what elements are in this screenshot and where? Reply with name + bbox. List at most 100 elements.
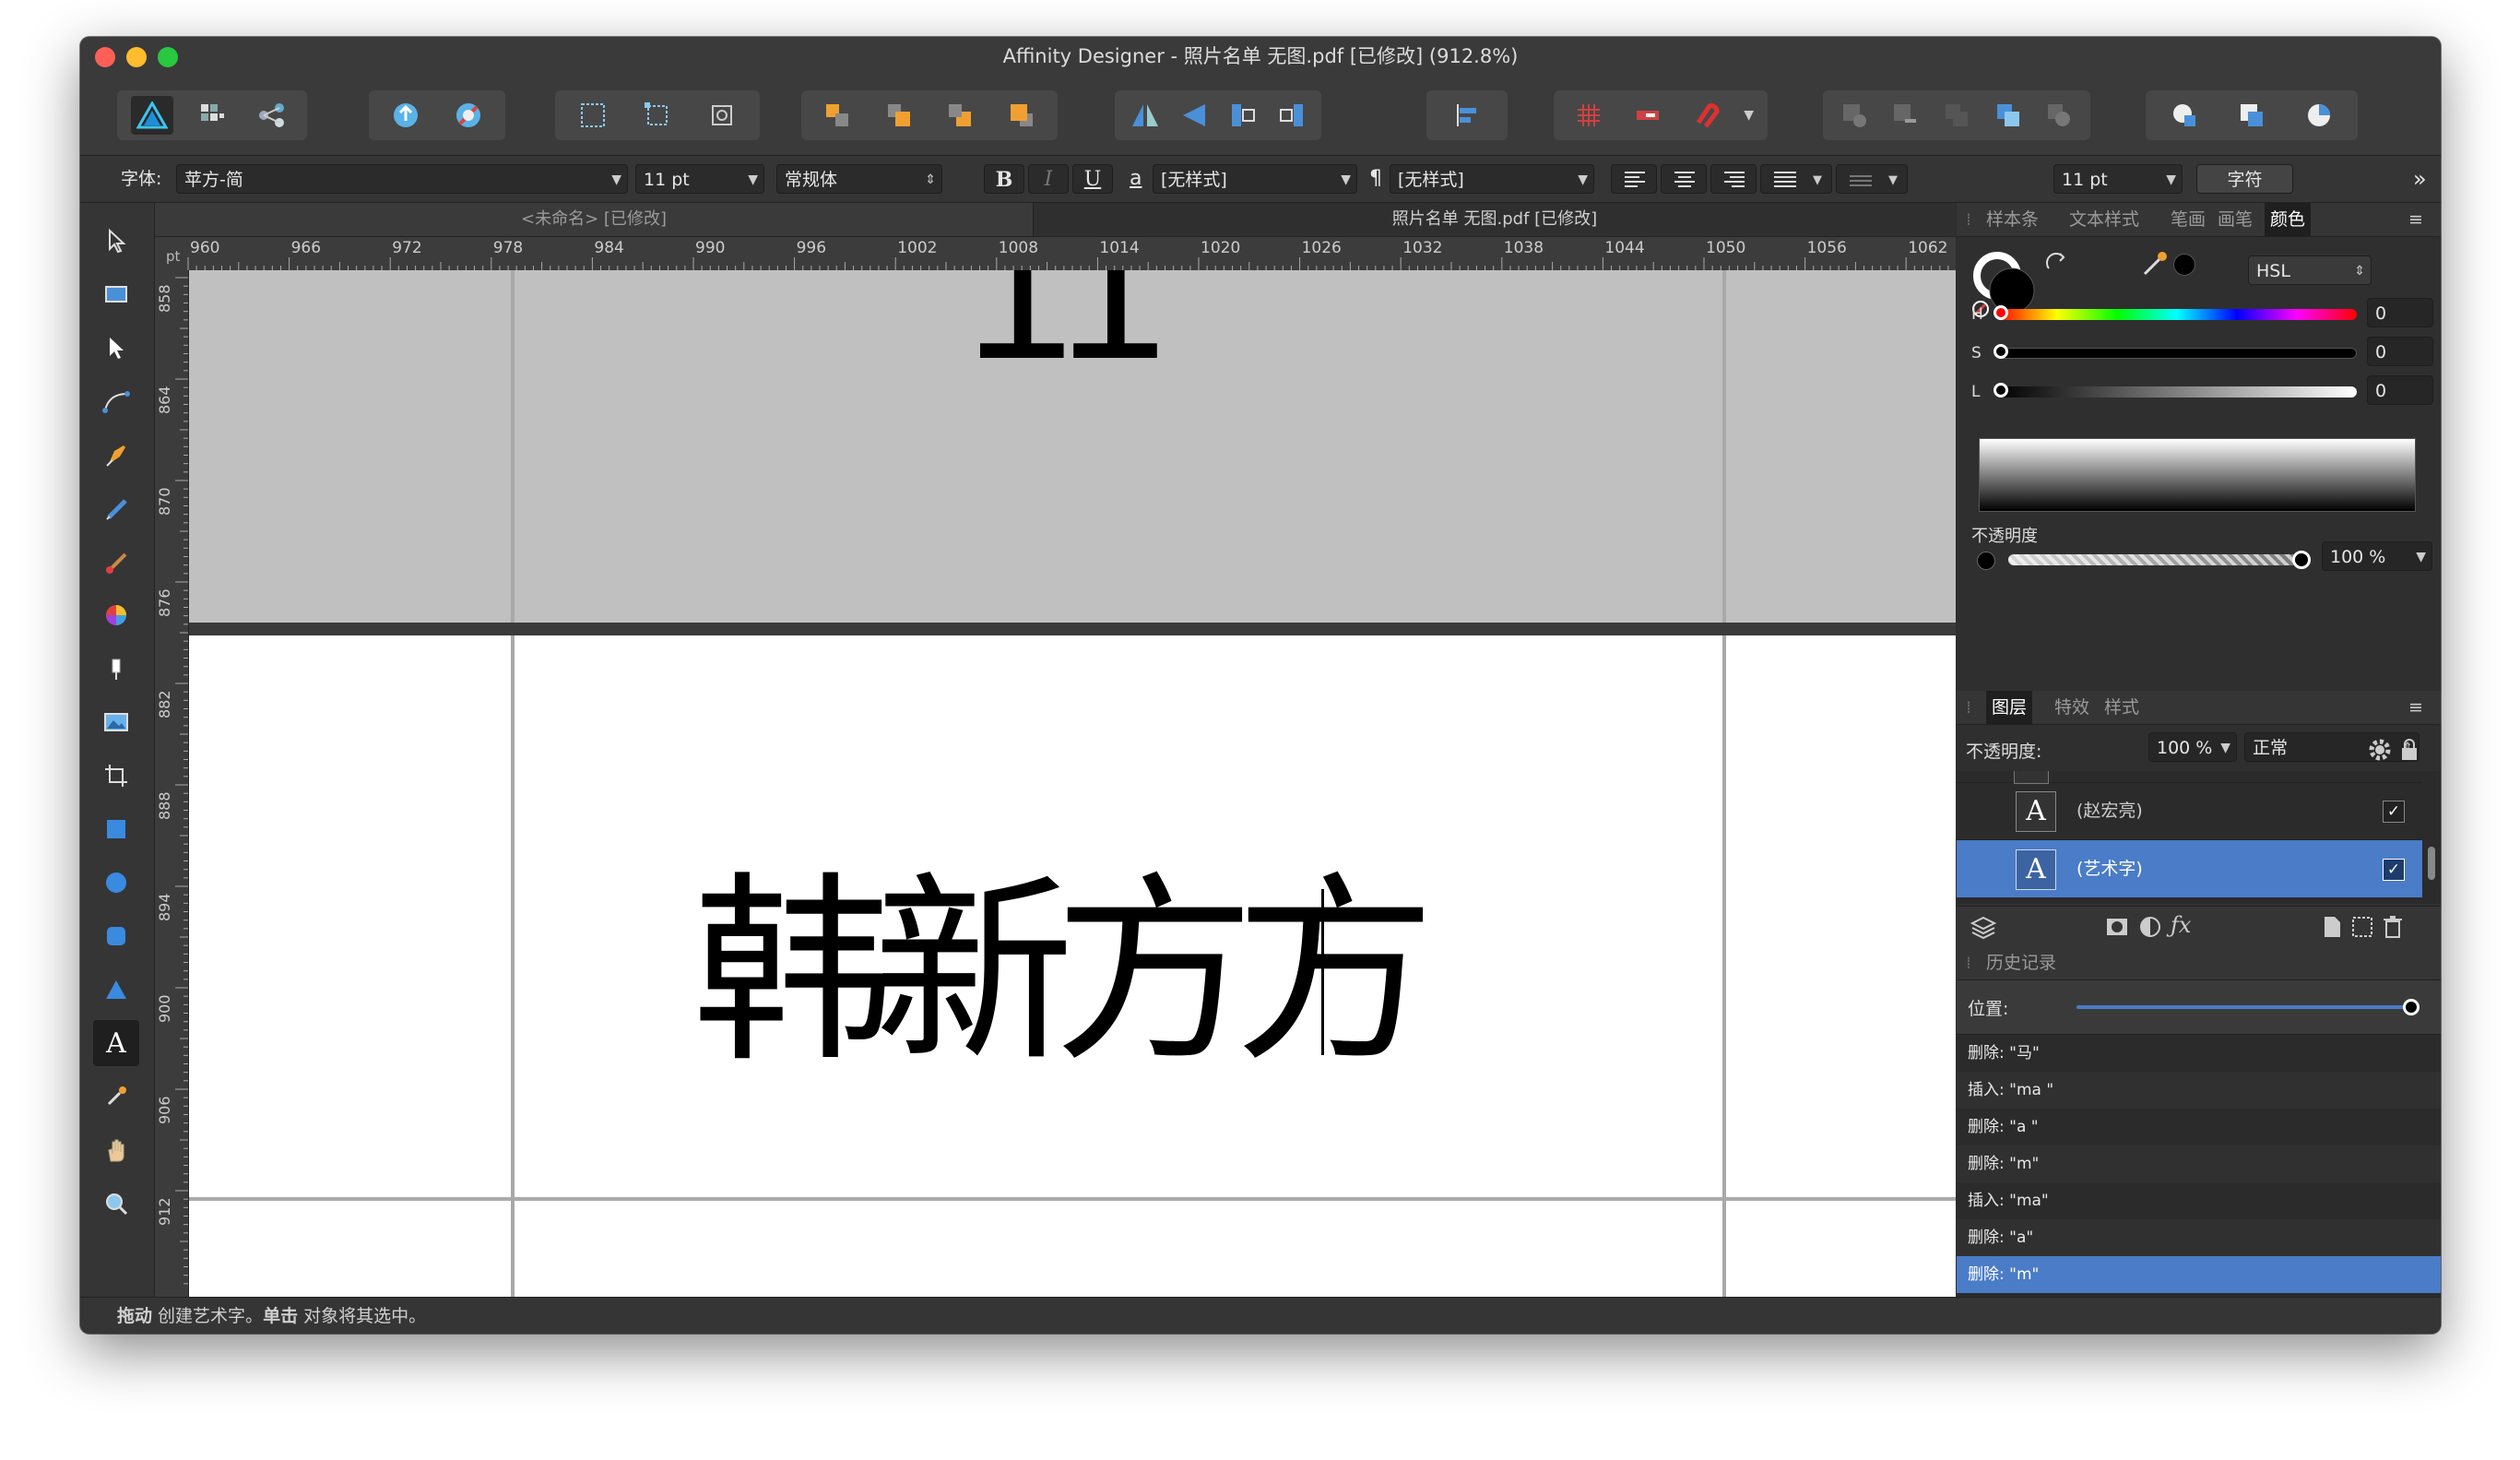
history-item[interactable]: 删除: "m"	[1957, 1145, 2441, 1182]
xor-icon[interactable]	[1987, 96, 2029, 135]
italic-button[interactable]: I	[1028, 164, 1069, 194]
saturation-slider-handle[interactable]	[1994, 344, 2008, 359]
align-center-button[interactable]	[1661, 164, 1707, 194]
history-slider-handle[interactable]	[2403, 999, 2419, 1015]
history-item[interactable]: 插入: "ma "	[1957, 1072, 2441, 1109]
crop-tool-icon[interactable]	[93, 753, 139, 799]
artboard-tool-icon[interactable]	[93, 271, 139, 317]
blend-mode-dropdown[interactable]: 正常⇕	[2244, 732, 2419, 762]
lightness-value-field[interactable]: 0	[2367, 375, 2433, 405]
hue-value-field[interactable]: 0	[2367, 298, 2433, 327]
paragraph-style-dropdown[interactable]: [无样式] ▼	[1390, 164, 1594, 194]
font-family-dropdown[interactable]: 苹方-简 ▼	[176, 164, 628, 194]
layer-opacity-dropdown[interactable]: 100 % ▼	[2148, 732, 2237, 762]
justify-button[interactable]: ▼	[1760, 164, 1832, 194]
tab-stroke[interactable]: 笔画	[2171, 203, 2206, 236]
trash-icon[interactable]	[2381, 914, 2405, 940]
select-all-icon[interactable]	[572, 96, 614, 135]
fill-tool-icon[interactable]	[93, 592, 139, 638]
pixel-persona-icon[interactable]	[191, 96, 233, 135]
panel-menu-icon[interactable]: ≡	[2408, 691, 2423, 724]
force-pixel-icon[interactable]	[1627, 96, 1669, 135]
visibility-checkbox[interactable]: ✓	[2383, 859, 2405, 881]
eyedropper-icon[interactable]	[2139, 248, 2171, 279]
place-image-tool-icon[interactable]	[93, 699, 139, 745]
export-persona-icon[interactable]	[251, 96, 293, 135]
corner-tool-icon[interactable]	[93, 378, 139, 424]
transform-icon[interactable]	[701, 96, 743, 135]
lightness-slider-handle[interactable]	[1994, 383, 2008, 398]
vertical-align-button[interactable]: ▼	[1836, 164, 1908, 194]
color-model-dropdown[interactable]: HSL ⇕	[2248, 255, 2372, 285]
grid-icon[interactable]	[1568, 96, 1610, 135]
character-panel-button[interactable]: 字符	[2196, 164, 2293, 194]
flip-horizontal-icon[interactable]	[1124, 96, 1166, 135]
leading-dropdown[interactable]: 11 pt ▼	[2053, 164, 2183, 194]
underline-button[interactable]: U	[1072, 164, 1113, 194]
zoom-tool-icon[interactable]	[93, 1181, 139, 1227]
color-picker-tool-icon[interactable]	[93, 1074, 139, 1120]
history-slider[interactable]	[2076, 1005, 2413, 1009]
subtract-icon[interactable]	[1884, 96, 1926, 135]
select-bounds-icon[interactable]	[636, 96, 679, 135]
artistic-text[interactable]: 韩新方方	[189, 872, 1956, 1074]
tab-effects[interactable]: 特效	[2054, 691, 2089, 724]
move-to-back-icon[interactable]	[816, 96, 858, 135]
history-item[interactable]: 删除: "a "	[1957, 1109, 2441, 1145]
swap-arrow-icon[interactable]	[2043, 250, 2071, 278]
tab-untitled[interactable]: <未命名> [已修改]	[155, 203, 1034, 236]
insert-behind-icon[interactable]	[2230, 96, 2273, 135]
fx-icon[interactable]: ƒx	[2171, 912, 2191, 938]
panel-menu-icon[interactable]: ≡	[2408, 203, 2423, 236]
character-style-dropdown[interactable]: [无样式] ▼	[1153, 164, 1357, 194]
layer-row-1[interactable]: A (艺术字) ✓	[1957, 840, 2422, 897]
gear-icon[interactable]	[2368, 738, 2392, 762]
saturation-slider[interactable]	[1997, 348, 2357, 359]
rectangle-tool-icon[interactable]	[93, 806, 139, 852]
lightness-gradient-box[interactable]	[1979, 438, 2416, 512]
move-tool-icon[interactable]	[93, 218, 139, 264]
rotate-right-icon[interactable]	[1271, 96, 1313, 135]
node-tool-icon[interactable]	[93, 325, 139, 371]
move-back-icon[interactable]	[878, 96, 920, 135]
tab-text-styles[interactable]: 文本样式	[2069, 203, 2139, 236]
tab-layers[interactable]: 图层	[1986, 691, 2033, 724]
adjustment-icon[interactable]	[2137, 914, 2163, 940]
artistic-text-tool-icon[interactable]: A	[93, 1020, 139, 1066]
new-pixel-layer-icon[interactable]	[2349, 914, 2375, 940]
designer-persona-icon[interactable]	[131, 96, 174, 135]
new-layer-icon[interactable]	[2320, 914, 2344, 940]
pencil-tool-icon[interactable]	[93, 485, 139, 531]
align-icon[interactable]	[1446, 96, 1488, 135]
opacity-slider-handle[interactable]	[2292, 551, 2311, 569]
move-to-front-icon[interactable]	[1000, 96, 1043, 135]
snapping-magnet-icon[interactable]	[1685, 96, 1727, 135]
tab-photo-list[interactable]: 照片名单 无图.pdf [已修改]	[1034, 203, 1956, 236]
intersect-icon[interactable]	[1935, 96, 1978, 135]
triangle-tool-icon[interactable]	[93, 967, 139, 1013]
rotate-left-icon[interactable]	[1222, 96, 1264, 135]
tab-brushes[interactable]: 画笔	[2218, 203, 2253, 236]
add-icon[interactable]	[1833, 96, 1875, 135]
number-text[interactable]: 11	[189, 270, 1956, 388]
ellipse-tool-icon[interactable]	[93, 860, 139, 906]
settings-icon[interactable]	[447, 96, 490, 135]
vector-brush-tool-icon[interactable]	[93, 539, 139, 585]
share-icon[interactable]	[385, 96, 427, 135]
tab-swatches[interactable]: 样本条	[1986, 203, 2039, 236]
tab-styles[interactable]: 样式	[2104, 691, 2139, 724]
hue-slider[interactable]	[1997, 309, 2357, 320]
rounded-rectangle-tool-icon[interactable]	[93, 913, 139, 959]
history-item-selected[interactable]: 删除: "m"	[1957, 1256, 2441, 1293]
layer-row-0[interactable]: A (赵宏亮) ✓	[1957, 782, 2422, 840]
insert-top-icon[interactable]	[2298, 96, 2340, 135]
history-item[interactable]: 删除: "马"	[1957, 1035, 2441, 1072]
history-item[interactable]: 插入: "ma"	[1957, 1182, 2441, 1219]
font-size-dropdown[interactable]: 11 pt ▼	[635, 164, 764, 194]
flip-vertical-icon[interactable]	[1173, 96, 1215, 135]
mask-icon[interactable]	[2104, 914, 2130, 940]
history-item[interactable]: 删除: "a"	[1957, 1219, 2441, 1256]
align-left-button[interactable]	[1611, 164, 1657, 194]
font-style-dropdown[interactable]: 常规体 ⇕	[776, 164, 942, 194]
tab-color[interactable]: 颜色	[2265, 203, 2312, 236]
